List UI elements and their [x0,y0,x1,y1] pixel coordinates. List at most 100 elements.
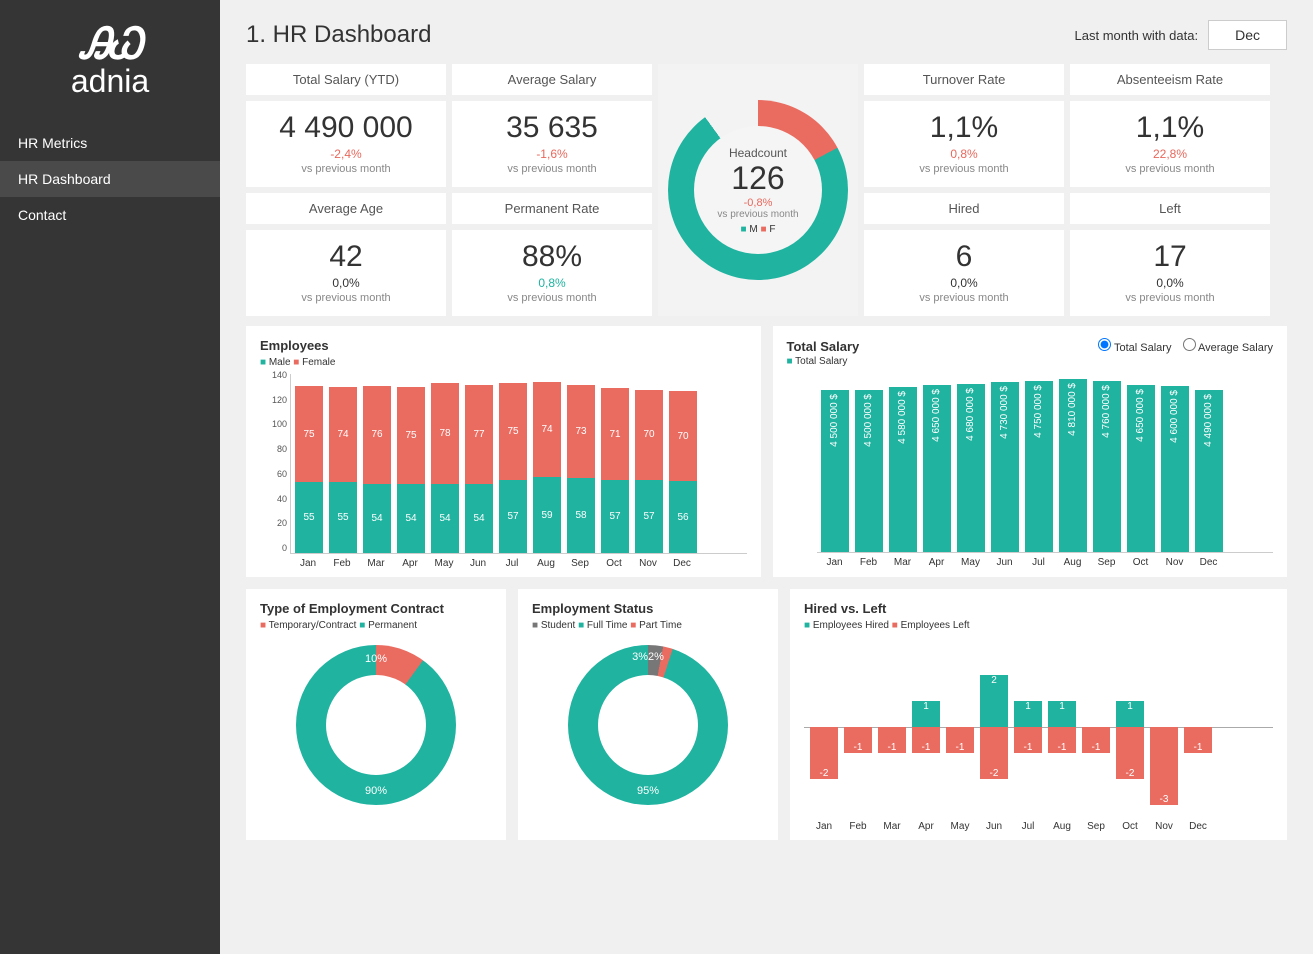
salary-chart-panel: Total Salary Total Salary Average Salary… [773,326,1288,577]
contract-chart-panel: Type of Employment Contract Temporary/Co… [246,589,506,840]
status-donut: 3%2% 95% [568,645,728,805]
kpi-sub: vs previous month [250,292,442,304]
legend-parttime: Part Time [630,620,682,631]
kpi-avg-salary: Average Salary 35 635 -1,6% vs previous … [452,64,652,187]
chart-title: Hired vs. Left [804,601,1273,616]
chart-title: Type of Employment Contract [260,601,492,616]
kpi-value: 17 [1074,240,1266,274]
contract-donut: 10% 90% [296,645,456,805]
kpi-sub: vs previous month [1074,292,1266,304]
kpi-avg-age: Average Age 42 0,0% vs previous month [246,193,446,316]
legend-temporary: Temporary/Contract [260,620,356,631]
kpi-label: Absenteeism Rate [1070,64,1270,101]
kpi-label: Hired [864,193,1064,230]
kpi-delta: -1,6% [456,147,648,161]
kpi-sub: vs previous month [868,163,1060,175]
legend-hired: Employees Hired [804,620,889,631]
kpi-sub: vs previous month [868,292,1060,304]
radio-avg-salary[interactable]: Average Salary [1183,342,1273,354]
bottom-charts-row: Type of Employment Contract Temporary/Co… [246,589,1287,840]
kpi-value: 42 [250,240,442,274]
slice-label-temp: 10% [365,653,387,665]
employees-chart-panel: Employees Male Female 140120100806040200… [246,326,761,577]
legend-female: F [761,224,776,235]
nav-item-contact[interactable]: Contact [0,197,220,233]
brand-logo: ᎯᏇ adnia [0,20,220,125]
kpi-sub: vs previous month [250,163,442,175]
chart-legend: Employees Hired Employees Left [804,620,1273,631]
headcount-delta: -0,8% [717,197,798,209]
page-header: 1. HR Dashboard Last month with data: De… [246,20,1287,50]
legend-female: Female [293,357,335,368]
headcount-value: 126 [717,160,798,197]
chart-title: Employees [260,338,747,353]
salary-bar-chart: 4 500 000 $4 500 000 $4 580 000 $4 650 0… [817,373,1274,553]
mid-charts-row: Employees Male Female 140120100806040200… [246,326,1287,577]
kpi-delta: 0,8% [868,147,1060,161]
kpi-value: 6 [868,240,1060,274]
headcount-label: Headcount [717,146,798,160]
kpi-sub: vs previous month [1074,163,1266,175]
kpi-left: Left 17 0,0% vs previous month [1070,193,1270,316]
slice-label-perm: 90% [365,785,387,797]
month-select[interactable]: Dec [1208,20,1287,50]
kpi-value: 35 635 [456,111,648,145]
headcount-donut: Headcount 126 -0,8% vs previous month M … [668,100,848,280]
kpi-sub: vs previous month [456,163,648,175]
kpi-grid: Total Salary (YTD) 4 490 000 -2,4% vs pr… [246,64,1287,316]
kpi-label: Turnover Rate [864,64,1064,101]
kpi-value: 4 490 000 [250,111,442,145]
kpi-label: Left [1070,193,1270,230]
kpi-delta: 0,0% [868,276,1060,290]
month-filter-label: Last month with data: [1075,28,1199,43]
kpi-hired: Hired 6 0,0% vs previous month [864,193,1064,316]
employees-bar-chart: 140120100806040200 557555745476547554785… [290,374,747,554]
kpi-turnover: Turnover Rate 1,1% 0,8% vs previous mont… [864,64,1064,187]
status-chart-panel: Employment Status Student Full Time Part… [518,589,778,840]
main-content: 1. HR Dashboard Last month with data: De… [220,0,1313,954]
y-axis: 140120100806040200 [263,370,287,553]
x-axis: JanFebMarAprMayJunJulAugSepOctNovDec [817,557,1274,568]
chart-legend: Male Female [260,357,747,368]
legend-male: M [741,224,758,235]
slice-label-small: 3%2% [632,651,664,663]
slice-label-full: 95% [637,785,659,797]
kpi-sub: vs previous month [456,292,648,304]
chart-legend: Student Full Time Part Time [532,620,764,631]
hired-left-panel: Hired vs. Left Employees Hired Employees… [790,589,1287,840]
legend-student: Student [532,620,575,631]
kpi-value: 1,1% [868,111,1060,145]
headcount-legend: M F [717,224,798,235]
chart-legend: Temporary/Contract Permanent [260,620,492,631]
legend-left: Employees Left [892,620,970,631]
legend-fulltime: Full Time [578,620,627,631]
legend-male: Male [260,357,291,368]
salary-toggle: Total Salary Average Salary [1090,338,1273,354]
legend-total-salary: Total Salary [787,356,848,367]
kpi-label: Average Salary [452,64,652,101]
kpi-label: Average Age [246,193,446,230]
kpi-label: Total Salary (YTD) [246,64,446,101]
chart-title: Employment Status [532,601,764,616]
kpi-total-salary: Total Salary (YTD) 4 490 000 -2,4% vs pr… [246,64,446,187]
kpi-label: Permanent Rate [452,193,652,230]
headcount-sub: vs previous month [717,209,798,220]
chart-title: Total Salary [787,339,860,354]
nav-item-hr-metrics[interactable]: HR Metrics [0,125,220,161]
x-axis: JanFebMarAprMayJunJulAugSepOctNovDec [804,821,1273,832]
x-axis: JanFebMarAprMayJunJulAugSepOctNovDec [290,558,747,569]
kpi-permanent-rate: Permanent Rate 88% 0,8% vs previous mont… [452,193,652,316]
radio-total-salary[interactable]: Total Salary [1098,342,1171,354]
kpi-delta: 0,0% [250,276,442,290]
brand-name: adnia [0,63,220,100]
hired-left-chart: -2-1-11-1-12-21-11-1-11-2-3-1 [804,637,1273,817]
month-filter: Last month with data: Dec [1075,20,1287,50]
page-title: 1. HR Dashboard [246,21,431,49]
kpi-value: 1,1% [1074,111,1266,145]
nav-item-hr-dashboard[interactable]: HR Dashboard [0,161,220,197]
legend-permanent: Permanent [359,620,417,631]
kpi-absenteeism: Absenteeism Rate 1,1% 22,8% vs previous … [1070,64,1270,187]
kpi-headcount: Headcount 126 -0,8% vs previous month M … [658,64,858,316]
sidebar: ᎯᏇ adnia HR Metrics HR Dashboard Contact [0,0,220,954]
logo-mark-icon: ᎯᏇ [0,20,220,69]
